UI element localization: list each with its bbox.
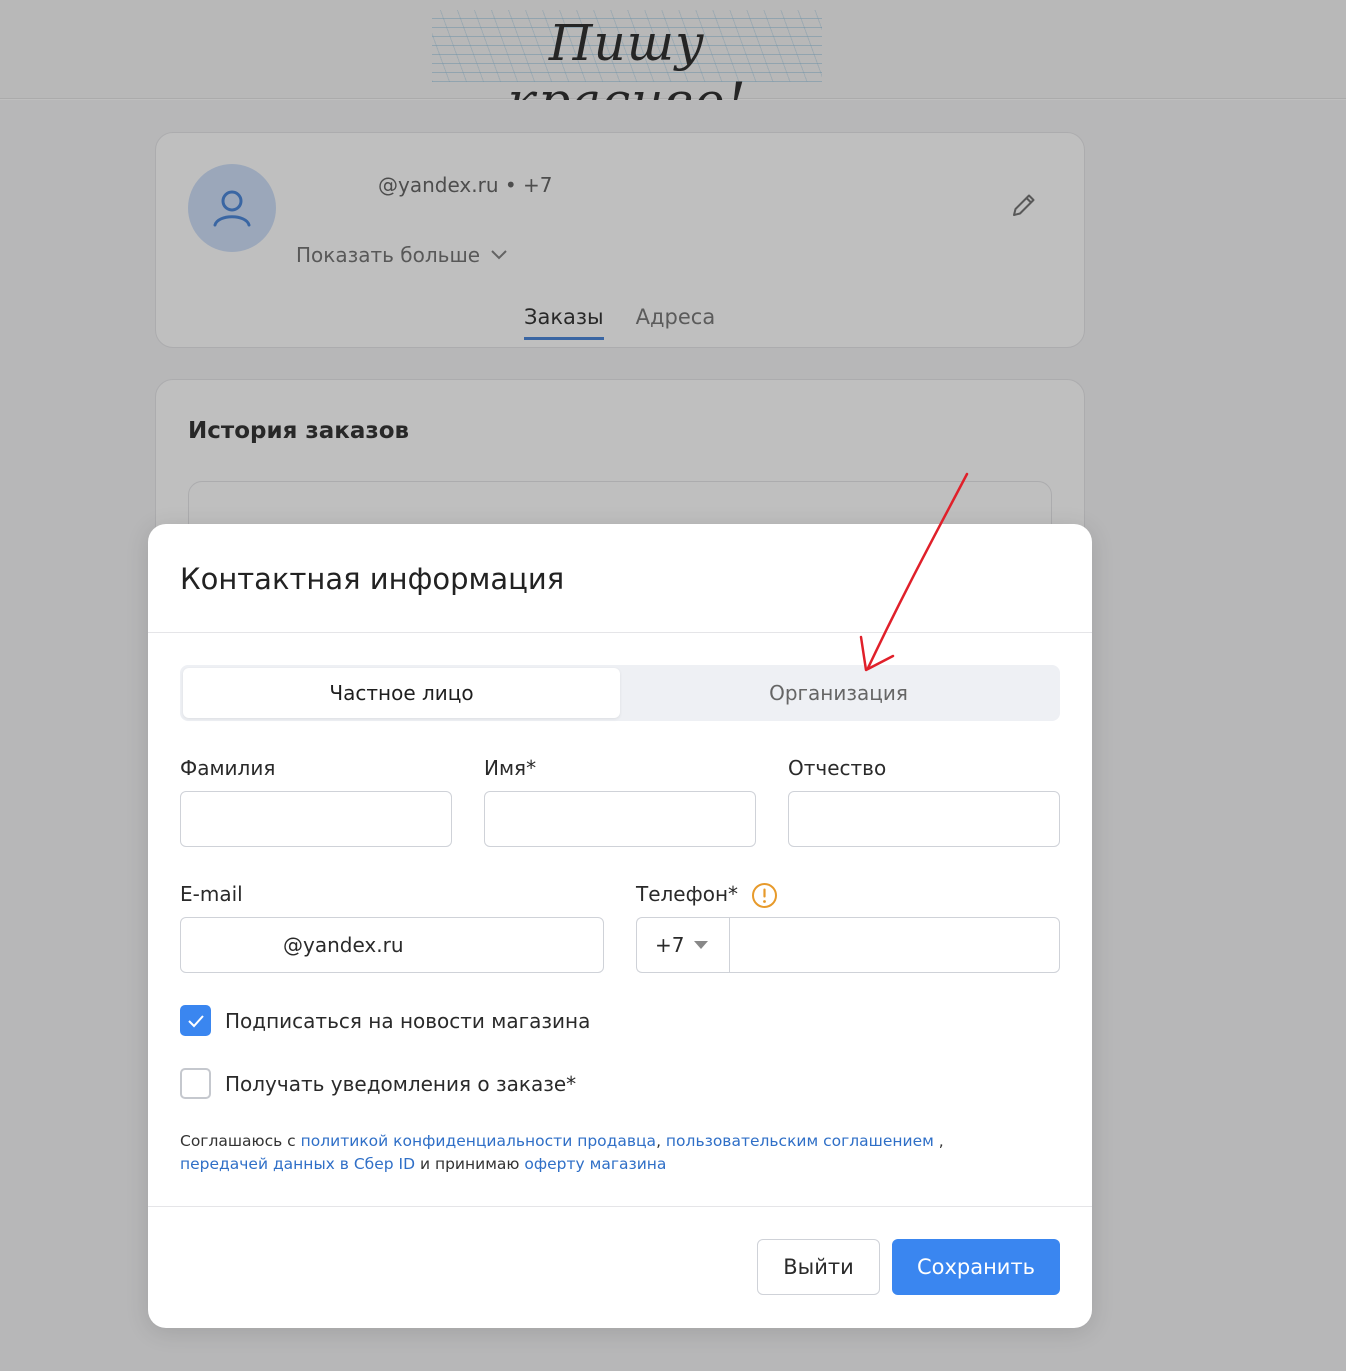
warning-icon[interactable] — [751, 882, 778, 909]
middle-name-label: Отчество — [788, 756, 887, 780]
last-name-label: Фамилия — [180, 756, 276, 780]
phone-input[interactable] — [729, 917, 1060, 973]
exit-button[interactable]: Выйти — [757, 1239, 880, 1295]
phone-country-code: +7 — [655, 933, 685, 957]
modal-footer-divider — [148, 1206, 1092, 1207]
email-input[interactable] — [180, 917, 604, 973]
first-name-input[interactable] — [484, 791, 756, 847]
modal-header-divider — [148, 632, 1092, 633]
last-name-input[interactable] — [180, 791, 452, 847]
email-label: E-mail — [180, 882, 243, 906]
contact-info-modal: Контактная информация Частное лицо Орган… — [148, 524, 1092, 1328]
legal-text-4: и принимаю — [415, 1155, 525, 1173]
segment-private-person[interactable]: Частное лицо — [183, 668, 620, 718]
subscribe-news-row[interactable]: Подписаться на новости магазина — [180, 1005, 590, 1036]
caret-down-icon — [694, 941, 709, 949]
segment-organization[interactable]: Организация — [620, 668, 1057, 718]
user-agreement-link[interactable]: пользовательским соглашением — [666, 1132, 934, 1150]
middle-name-input[interactable] — [788, 791, 1060, 847]
legal-text-3: , — [933, 1132, 944, 1150]
phone-country-code-select[interactable]: +7 — [636, 917, 730, 973]
subscribe-news-checkbox[interactable] — [180, 1005, 211, 1036]
legal-text-2: , — [656, 1132, 666, 1150]
phone-label: Телефон* — [636, 882, 739, 906]
first-name-label: Имя* — [484, 756, 537, 780]
legal-text-1: Соглашаюсь с — [180, 1132, 301, 1150]
save-button[interactable]: Сохранить — [892, 1239, 1060, 1295]
subscribe-news-label: Подписаться на новости магазина — [225, 1008, 591, 1033]
sber-id-data-link[interactable]: передачей данных в Сбер ID — [180, 1155, 415, 1173]
checkmark-icon — [187, 1014, 204, 1027]
order-notifications-checkbox[interactable] — [180, 1068, 211, 1099]
legal-consent-text: Соглашаюсь с политикой конфиденциальност… — [180, 1130, 1060, 1176]
person-type-switch: Частное лицо Организация — [180, 665, 1060, 721]
store-offer-link[interactable]: оферту магазина — [524, 1155, 666, 1173]
privacy-policy-link[interactable]: политикой конфиденциальности продавца — [301, 1132, 656, 1150]
modal-title: Контактная информация — [180, 562, 565, 596]
order-notifications-label: Получать уведомления о заказе* — [225, 1071, 577, 1096]
order-notifications-row[interactable]: Получать уведомления о заказе* — [180, 1068, 576, 1099]
